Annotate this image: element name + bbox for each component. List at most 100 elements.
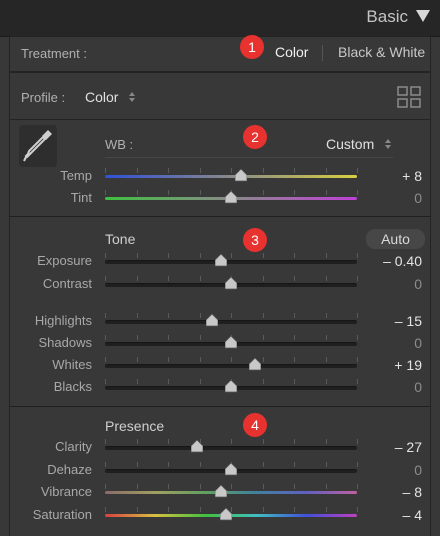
saturation-tick <box>199 507 201 512</box>
clarity-tick <box>262 439 264 444</box>
whites-value[interactable]: + 19 <box>362 357 422 373</box>
blacks-tick <box>168 379 169 384</box>
whites-slider-track[interactable] <box>105 364 357 368</box>
treatment-bw-option[interactable]: Black & White <box>338 44 425 60</box>
profile-label: Profile : <box>21 90 66 105</box>
blacks-label: Blacks <box>53 379 92 394</box>
vibrance-slider-thumb[interactable] <box>214 485 227 498</box>
clarity-value[interactable]: – 27 <box>362 439 422 455</box>
tone-heading: Tone <box>105 231 136 247</box>
profile-browser-grid-icon[interactable] <box>397 86 421 108</box>
exposure-slider-track[interactable] <box>105 260 357 264</box>
vibrance-tick <box>231 484 232 489</box>
tint-slider-thumb[interactable] <box>225 191 237 204</box>
vibrance-slider-track[interactable] <box>105 491 357 494</box>
dehaze-slider-thumb[interactable] <box>225 463 237 476</box>
treatment-color-option[interactable]: Color <box>275 44 308 60</box>
clarity-tick <box>168 439 169 444</box>
tint-label: Tint <box>70 190 92 205</box>
dehaze-tick <box>294 462 295 467</box>
exposure-tick <box>168 253 169 258</box>
wb-underline <box>105 157 393 158</box>
blacks-value[interactable]: 0 <box>362 379 422 395</box>
eyedropper-icon[interactable] <box>18 124 58 168</box>
temp-tick <box>105 168 106 173</box>
tint-value[interactable]: 0 <box>362 190 422 206</box>
wb-dropdown[interactable]: Custom <box>326 136 374 152</box>
exposure-slider-thumb[interactable] <box>214 254 227 267</box>
vibrance-tick <box>325 484 327 489</box>
shadows-slider-thumb[interactable] <box>225 336 237 349</box>
vibrance-tick <box>199 484 201 489</box>
shadows-value[interactable]: 0 <box>362 335 422 351</box>
saturation-label: Saturation <box>32 507 92 522</box>
contrast-tick <box>168 276 169 281</box>
vibrance-tick <box>136 484 138 489</box>
treatment-separator <box>322 45 323 61</box>
clarity-slider-thumb[interactable] <box>190 440 203 453</box>
vibrance-tick <box>262 484 264 489</box>
exposure-tick <box>199 253 201 258</box>
exposure-tick <box>231 253 232 258</box>
highlights-tick <box>168 313 169 318</box>
dehaze-tick <box>262 462 264 467</box>
blacks-tick <box>294 379 295 384</box>
tint-tick <box>325 190 327 195</box>
highlights-slider-thumb[interactable] <box>206 314 219 327</box>
vibrance-tick <box>294 484 295 489</box>
wb-label: WB : <box>105 137 134 152</box>
whites-tick <box>294 357 295 362</box>
highlights-slider-track[interactable] <box>105 320 357 324</box>
saturation-value[interactable]: – 4 <box>362 507 422 523</box>
temp-slider-thumb[interactable] <box>235 169 248 182</box>
tint-tick <box>199 190 201 195</box>
whites-label: Whites <box>52 357 92 372</box>
profile-dropdown[interactable]: Color <box>85 89 118 105</box>
whites-slider-thumb[interactable] <box>248 358 261 371</box>
saturation-tick <box>325 507 327 512</box>
clarity-slider-track[interactable] <box>105 446 357 450</box>
contrast-slider-thumb[interactable] <box>225 277 237 290</box>
dehaze-tick <box>136 462 138 467</box>
shadows-tick <box>262 335 264 340</box>
wb-updown-icon[interactable] <box>384 138 392 150</box>
clarity-tick <box>136 439 138 444</box>
vibrance-value[interactable]: – 8 <box>362 484 422 500</box>
profile-updown-icon[interactable] <box>128 91 136 103</box>
tint-tick <box>357 190 358 195</box>
exposure-value[interactable]: – 0.40 <box>362 253 422 269</box>
contrast-value[interactable]: 0 <box>362 276 422 292</box>
temp-slider-track[interactable] <box>105 175 357 178</box>
highlights-tick <box>199 313 201 318</box>
blacks-tick <box>357 379 358 384</box>
clarity-tick <box>105 439 106 444</box>
vibrance-tick <box>357 484 358 489</box>
exposure-tick <box>262 253 264 258</box>
tint-tick <box>294 190 295 195</box>
highlights-tick <box>294 313 295 318</box>
tint-tick <box>105 190 106 195</box>
temp-value[interactable]: + 8 <box>362 168 422 184</box>
dehaze-label: Dehaze <box>47 462 92 477</box>
dehaze-tick <box>168 462 169 467</box>
shadows-label: Shadows <box>38 335 92 350</box>
whites-tick <box>262 357 264 362</box>
temp-tick <box>357 168 358 173</box>
whites-tick <box>357 357 358 362</box>
tone-auto-button[interactable]: Auto <box>366 229 425 249</box>
saturation-tick <box>136 507 138 512</box>
highlights-tick <box>262 313 264 318</box>
whites-tick <box>325 357 327 362</box>
blacks-slider-thumb[interactable] <box>225 380 237 393</box>
whites-tick <box>105 357 106 362</box>
contrast-tick <box>262 276 264 281</box>
contrast-tick <box>294 276 295 281</box>
saturation-slider-thumb[interactable] <box>219 508 232 521</box>
highlights-value[interactable]: – 15 <box>362 313 422 329</box>
panel-header[interactable]: Basic <box>0 0 440 37</box>
collapse-triangle-icon[interactable] <box>416 10 430 22</box>
dehaze-value[interactable]: 0 <box>362 462 422 478</box>
temp-tick <box>168 168 169 173</box>
highlights-tick <box>105 313 106 318</box>
presence-divider <box>9 406 431 407</box>
